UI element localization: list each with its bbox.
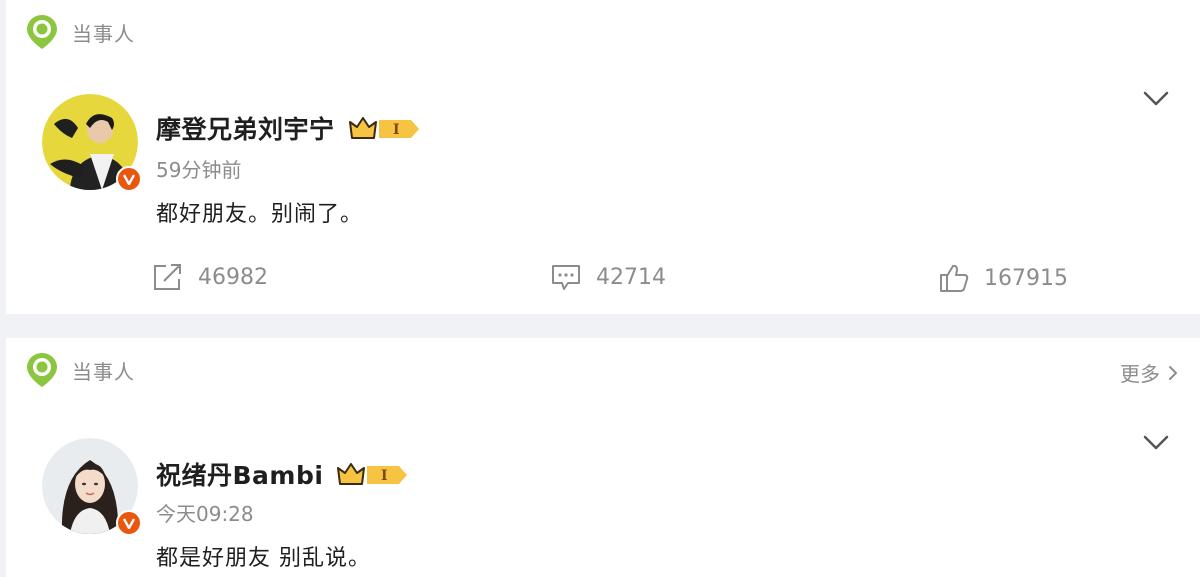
repost-button[interactable]: 46982 xyxy=(152,262,268,292)
like-button[interactable]: 167915 xyxy=(938,262,1068,294)
comment-button[interactable]: 42714 xyxy=(550,262,666,292)
username[interactable]: 祝绪丹Bambi xyxy=(156,456,323,492)
like-count: 167915 xyxy=(984,265,1068,291)
avatar[interactable] xyxy=(42,438,142,536)
avatar[interactable] xyxy=(42,94,142,192)
username[interactable]: 摩登兄弟刘宇宁 xyxy=(156,110,335,146)
chevron-right-icon xyxy=(1169,365,1177,380)
repost-count: 46982 xyxy=(198,264,268,290)
verified-v-icon xyxy=(116,166,142,192)
more-link[interactable]: 更多 xyxy=(1120,358,1178,387)
post-content: 都是好朋友 别乱说。 xyxy=(156,546,371,571)
chevron-down-icon[interactable] xyxy=(1142,90,1170,108)
badge-level: I xyxy=(381,468,388,484)
more-label: 更多 xyxy=(1120,362,1160,386)
chevron-down-icon[interactable] xyxy=(1142,434,1170,452)
location-pin-icon xyxy=(27,353,57,387)
thumbs-up-icon xyxy=(940,264,969,292)
username-row: 摩登兄弟刘宇宁 I xyxy=(156,110,421,146)
section-label: 当事人 xyxy=(72,359,135,384)
post-card: 当事人 摩登兄弟刘宇宁 I 59分钟前 都好朋友。别闹了。 46982 4271… xyxy=(6,0,1200,314)
post-card: 当事人 更多 祝绪丹Bambi I 今天09:28 都是好朋友 别乱说。 xyxy=(6,338,1200,577)
location-pin-icon xyxy=(27,14,57,49)
crown-icon[interactable]: I xyxy=(348,114,421,142)
timestamp: 59分钟前 xyxy=(156,158,242,182)
badge-level: I xyxy=(393,122,400,138)
post-content: 都好朋友。别闹了。 xyxy=(156,202,364,227)
timestamp: 今天09:28 xyxy=(156,502,254,526)
repost-icon xyxy=(154,264,181,290)
section-header: 当事人 xyxy=(26,352,135,388)
section-label: 当事人 xyxy=(72,21,135,46)
section-header: 当事人 xyxy=(26,14,135,50)
crown-icon[interactable]: I xyxy=(337,460,409,488)
username-row: 祝绪丹Bambi I xyxy=(156,456,409,492)
comment-count: 42714 xyxy=(596,264,666,290)
comment-icon xyxy=(552,265,580,290)
verified-v-icon xyxy=(116,510,142,536)
